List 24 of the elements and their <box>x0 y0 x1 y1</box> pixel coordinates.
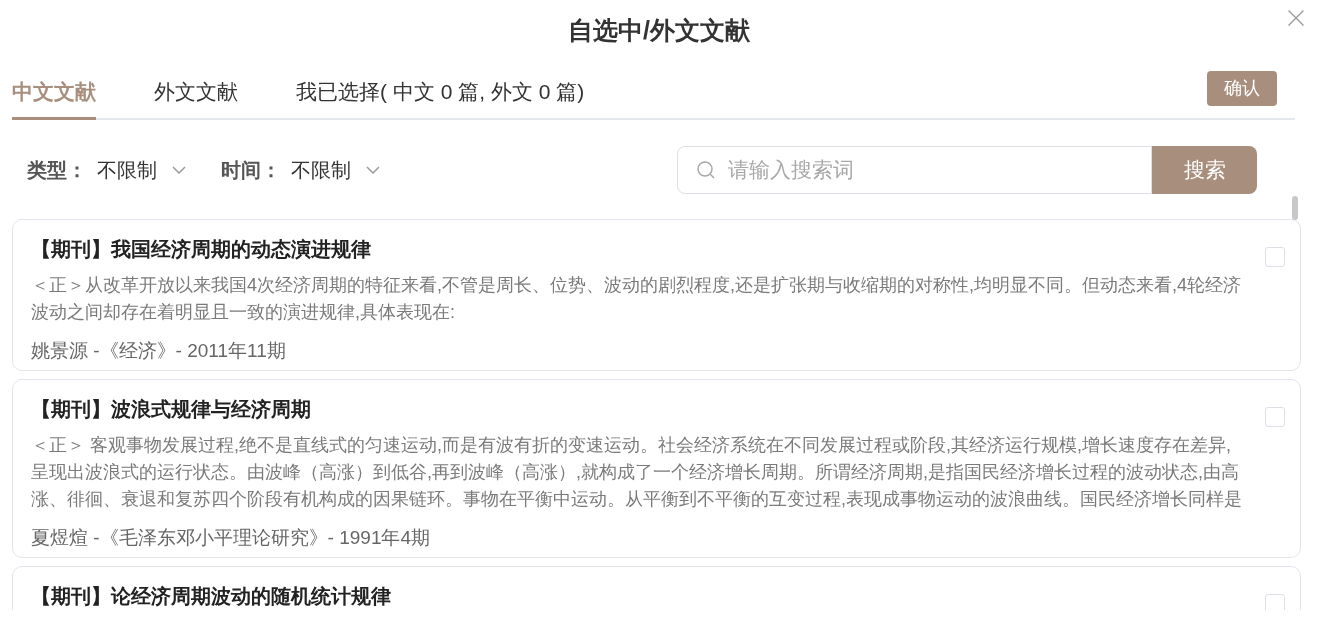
chevron-down-icon <box>366 166 380 174</box>
article-title[interactable]: 【期刊】论经济周期波动的随机统计规律 <box>31 583 1265 609</box>
checkbox[interactable] <box>1265 247 1285 267</box>
tab[interactable]: 我已选择( 中文 0 篇, 外文 0 篇) <box>296 77 585 120</box>
close-button[interactable] <box>1288 10 1304 26</box>
search-field[interactable]: 请输入搜索词 <box>677 146 1152 194</box>
article-title[interactable]: 【期刊】我国经济周期的动态演进规律 <box>31 236 1265 262</box>
scrollbar-thumb[interactable] <box>1292 196 1298 220</box>
filter-label: 时间： <box>221 158 281 183</box>
filter-dropdown[interactable]: 不限制 <box>97 155 186 185</box>
filter-dropdown[interactable]: 不限制 <box>291 155 380 185</box>
article-source: 姚景源 -《经济》- 2011年11期 <box>31 340 287 362</box>
filter-label: 类型： <box>27 158 87 183</box>
search-icon <box>697 161 715 179</box>
tab[interactable]: 外文文献 <box>154 77 238 120</box>
checkbox[interactable] <box>1265 407 1285 427</box>
chevron-down-icon <box>172 166 186 174</box>
article-title[interactable]: 【期刊】波浪式规律与经济周期 <box>31 396 1265 422</box>
article-abstract: ＜正＞从改革开放以来我国4次经济周期的特征来看,不管是周长、位势、波动的剧烈程度,还是扩张期与收缩期的对称性,均明显不同。但动态来看,4轮经济 波动之间却存在着明显且一致的演进规律,具体表现在: <box>31 274 1243 324</box>
article-abstract: ＜正＞ 客观事物发展过程,绝不是直线式的匀速运动,而是有波有折的变速运动。社会经济系统在不同发展过程或阶段,其经济运行规模,增长速度存在差异, 呈现出波浪式的运行状态。由波峰（高涨）到低谷,再到波峰（高涨）,就构成了一个经济增长周期。所谓经济周期,是指国民经济增长过程的波动状态,由高 涨、徘徊、衰退和复苏四个阶段有机构成的因果链环。事物在平衡中运动。从平衡到不平衡的互变过程,表现成事物运动的波浪曲线。国民经济增长同样是 <box>31 434 1243 511</box>
checkbox[interactable] <box>1265 594 1285 610</box>
article-source: 夏煜煊 -《毛泽东邓小平理论研究》- 1991年4期 <box>31 527 432 549</box>
close-icon <box>1288 10 1304 26</box>
dialog-title: 自选中/外文文献 <box>568 16 750 44</box>
